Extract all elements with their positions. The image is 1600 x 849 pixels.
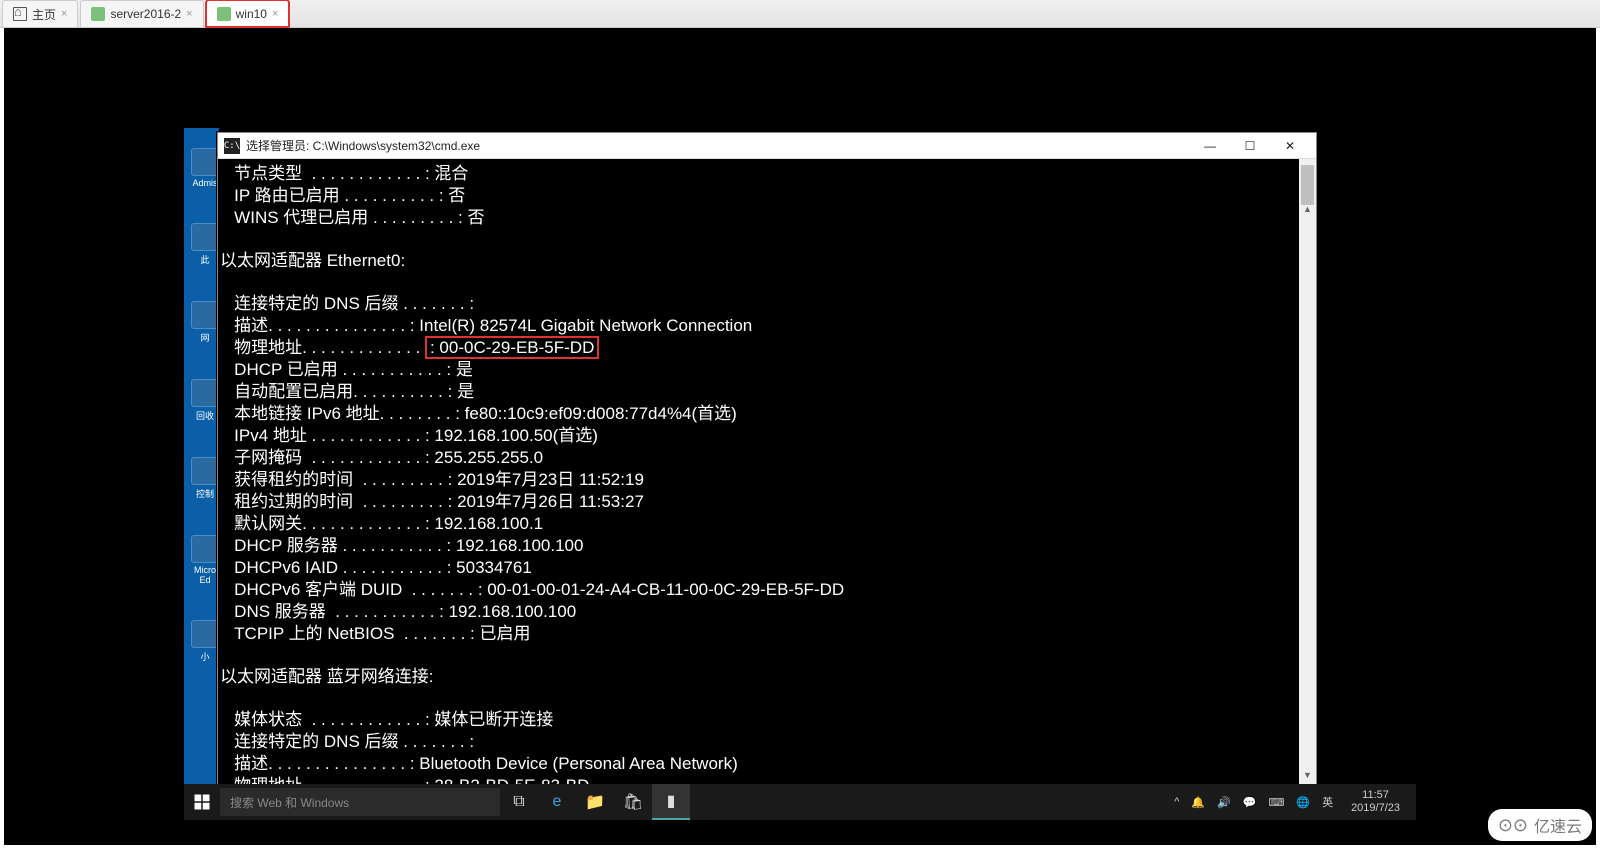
vm-icon xyxy=(91,7,105,21)
ime-icon[interactable]: ⌨ xyxy=(1268,796,1284,809)
thispc-icon xyxy=(191,223,219,251)
tab-server2016-2[interactable]: server2016-2 × xyxy=(80,0,203,27)
windows-logo-icon xyxy=(193,793,211,811)
ime-language[interactable]: 英 xyxy=(1322,794,1333,810)
highlighted-mac-address: : 00-0C-29-EB-5F-DD xyxy=(425,336,599,359)
action-center-icon[interactable]: 🔔 xyxy=(1191,796,1205,809)
taskbar-search[interactable]: 搜索 Web 和 Windows xyxy=(220,788,500,816)
vm-display: Admis 此 网 回收 控制 Micro Ed 小 C:\ 选择管理员: C:… xyxy=(4,28,1596,845)
close-icon[interactable]: × xyxy=(272,8,278,20)
search-placeholder: 搜索 Web 和 Windows xyxy=(230,794,349,811)
vm-tab-bar: 主页 × server2016-2 × win10 × xyxy=(0,0,1600,28)
close-icon[interactable]: × xyxy=(186,8,192,20)
controlpanel-icon xyxy=(191,457,219,485)
vm-icon xyxy=(217,7,231,21)
store-icon[interactable]: 🛍 xyxy=(614,784,652,820)
tab-home[interactable]: 主页 × xyxy=(2,0,78,27)
scroll-down-icon[interactable]: ▼ xyxy=(1299,767,1316,784)
maximize-button[interactable]: ☐ xyxy=(1230,133,1270,159)
system-tray: ^ 🔔 🔊 💬 ⌨ 🌐 英 11:57 2019/7/23 xyxy=(1164,789,1416,815)
tab-label: 主页 xyxy=(32,6,56,23)
app-icon xyxy=(191,620,219,648)
cmd-window: C:\ 选择管理员: C:\Windows\system32\cmd.exe —… xyxy=(217,132,1317,785)
cmd-title: 选择管理员: C:\Windows\system32\cmd.exe xyxy=(246,137,1190,154)
network-tray-icon[interactable]: 🌐 xyxy=(1296,796,1310,809)
watermark-logo-icon: ⊙⊙ xyxy=(1498,815,1528,836)
cmd-titlebar[interactable]: C:\ 选择管理员: C:\Windows\system32\cmd.exe —… xyxy=(218,133,1316,159)
scroll-thumb[interactable] xyxy=(1301,165,1314,205)
recycle-icon xyxy=(191,379,219,407)
tab-win10[interactable]: win10 × xyxy=(206,0,290,27)
edge-icon[interactable]: e xyxy=(538,784,576,820)
folder-icon xyxy=(191,148,219,176)
minimize-button[interactable]: — xyxy=(1190,133,1230,159)
taskbar-clock[interactable]: 11:57 2019/7/23 xyxy=(1345,789,1406,815)
file-explorer-icon[interactable]: 📁 xyxy=(576,784,614,820)
tray-expand-icon[interactable]: ^ xyxy=(1174,796,1179,808)
close-icon[interactable]: × xyxy=(61,8,67,20)
cmd-scrollbar[interactable]: ▲ ▼ xyxy=(1299,159,1316,784)
tab-label: server2016-2 xyxy=(110,7,181,21)
watermark: ⊙⊙ 亿速云 xyxy=(1488,809,1592,841)
watermark-text: 亿速云 xyxy=(1534,813,1582,837)
edge-icon xyxy=(191,535,219,563)
tab-label: win10 xyxy=(236,7,267,21)
start-button[interactable] xyxy=(184,784,220,820)
messages-icon[interactable]: 💬 xyxy=(1243,796,1257,809)
home-icon xyxy=(13,7,27,21)
cmd-icon: C:\ xyxy=(224,138,240,154)
cmd-taskbar-icon[interactable]: ▮ xyxy=(652,784,690,820)
cmd-output[interactable]: 节点类型 . . . . . . . . . . . . : 混合 IP 路由已… xyxy=(218,159,1316,784)
volume-icon[interactable]: 🔊 xyxy=(1217,796,1231,809)
windows-taskbar: 搜索 Web 和 Windows ⧉ e 📁 🛍 ▮ ^ 🔔 🔊 💬 ⌨ 🌐 英… xyxy=(184,784,1416,820)
network-icon xyxy=(191,301,219,329)
task-view-icon[interactable]: ⧉ xyxy=(500,784,538,820)
close-button[interactable]: ✕ xyxy=(1270,133,1310,159)
